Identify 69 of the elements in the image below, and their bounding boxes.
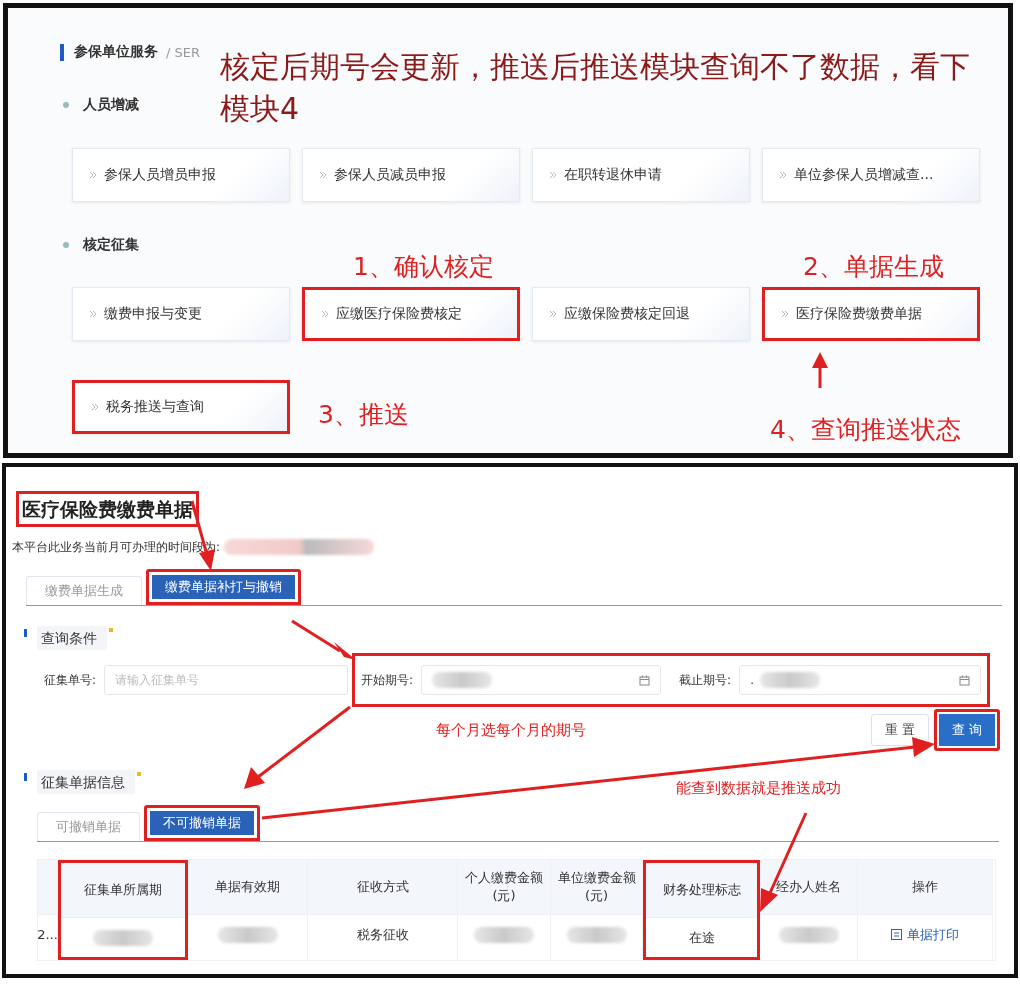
chevron-icon	[549, 310, 557, 318]
chevron-icon	[89, 171, 97, 179]
section-subtitle: / SER	[166, 44, 200, 60]
column-header: 单据有效期	[188, 860, 307, 914]
print-link[interactable]: 单据打印	[891, 925, 959, 944]
redacted-value	[217, 926, 278, 943]
chevron-icon	[779, 171, 787, 179]
service-card[interactable]: 单位参保人员增减查...	[762, 148, 980, 202]
column-header: 单位缴费金额(元)	[551, 860, 642, 914]
field-label: 开始期号:	[361, 671, 414, 689]
step-annotation: 2、单据生成	[803, 251, 944, 283]
input-field[interactable]	[421, 665, 662, 695]
table-cell: 在途	[688, 928, 715, 947]
step-annotation: 4、查询推送状态	[770, 414, 961, 446]
page-title: 医疗保险费缴费单据	[16, 491, 199, 527]
annotation-note: 每个月选每个月的期号	[436, 720, 586, 740]
service-card[interactable]: 参保人员减员申报	[302, 148, 520, 202]
service-card[interactable]: 应缴医疗保险费核定	[302, 287, 520, 341]
section-marker-icon	[24, 629, 27, 637]
chevron-icon	[321, 310, 329, 318]
chevron-icon	[89, 310, 97, 318]
service-card[interactable]: 在职转退休申请	[532, 148, 750, 202]
calendar-icon	[639, 674, 651, 686]
field-label: 征集单号:	[44, 671, 97, 689]
redacted-value	[566, 926, 627, 943]
query-button[interactable]: 查 询	[934, 709, 1000, 751]
table-cell: 2...	[37, 927, 58, 942]
query-button[interactable]: 重 置	[871, 714, 929, 746]
service-card[interactable]: 应缴保险费核定回退	[532, 287, 750, 341]
tab[interactable]: 缴费单据补打与撤销	[146, 569, 301, 605]
bullet-icon	[63, 102, 69, 108]
column-header: 征集单所属期	[61, 863, 185, 917]
redacted-value	[93, 929, 153, 946]
calendar-icon	[959, 674, 971, 686]
group-label: 核定征集	[83, 236, 139, 254]
step-annotation: 1、确认核定	[353, 251, 494, 283]
section-marker-icon	[60, 43, 64, 61]
service-card[interactable]: 参保人员增员申报	[72, 148, 290, 202]
chevron-icon	[549, 171, 557, 179]
column-header: 财务处理标志	[646, 863, 757, 917]
service-card[interactable]: 税务推送与查询	[72, 380, 290, 434]
annotation-note: 能查到数据就是推送成功	[676, 778, 841, 798]
table-cell: 税务征收	[356, 925, 409, 944]
column-header: 经办人姓名	[760, 860, 857, 914]
tab[interactable]: 不可撤销单据	[144, 805, 260, 841]
input-field[interactable]: .	[739, 665, 982, 695]
service-card[interactable]: 缴费申报与变更	[72, 287, 290, 341]
bullet-icon	[63, 242, 69, 248]
section-title: 查询条件	[37, 626, 107, 650]
redacted-value	[474, 926, 534, 943]
annotation-note: 核定后期号会更新，推送后推送模块查询不了数据，看下模块4	[220, 48, 971, 128]
column-header: 个人缴费金额(元)	[458, 860, 550, 914]
field-label: 截止期号:	[679, 671, 732, 689]
chevron-icon	[91, 403, 99, 411]
group-label: 人员增减	[83, 96, 139, 114]
redacted-value	[778, 926, 839, 943]
arrow	[812, 352, 828, 388]
column-header: 操作	[858, 860, 992, 914]
section-title: 参保单位服务	[74, 43, 158, 61]
section-title: 征集单据信息	[37, 770, 135, 794]
column-header: 征收方式	[308, 860, 457, 914]
document-icon	[891, 929, 902, 940]
section-marker-icon	[24, 773, 27, 781]
chevron-icon	[319, 171, 327, 179]
service-card[interactable]: 医疗保险费缴费单据	[762, 287, 980, 341]
step-annotation: 3、推送	[318, 399, 409, 431]
redacted-value	[759, 672, 820, 688]
chevron-icon	[781, 310, 789, 318]
redacted-value	[432, 672, 493, 688]
